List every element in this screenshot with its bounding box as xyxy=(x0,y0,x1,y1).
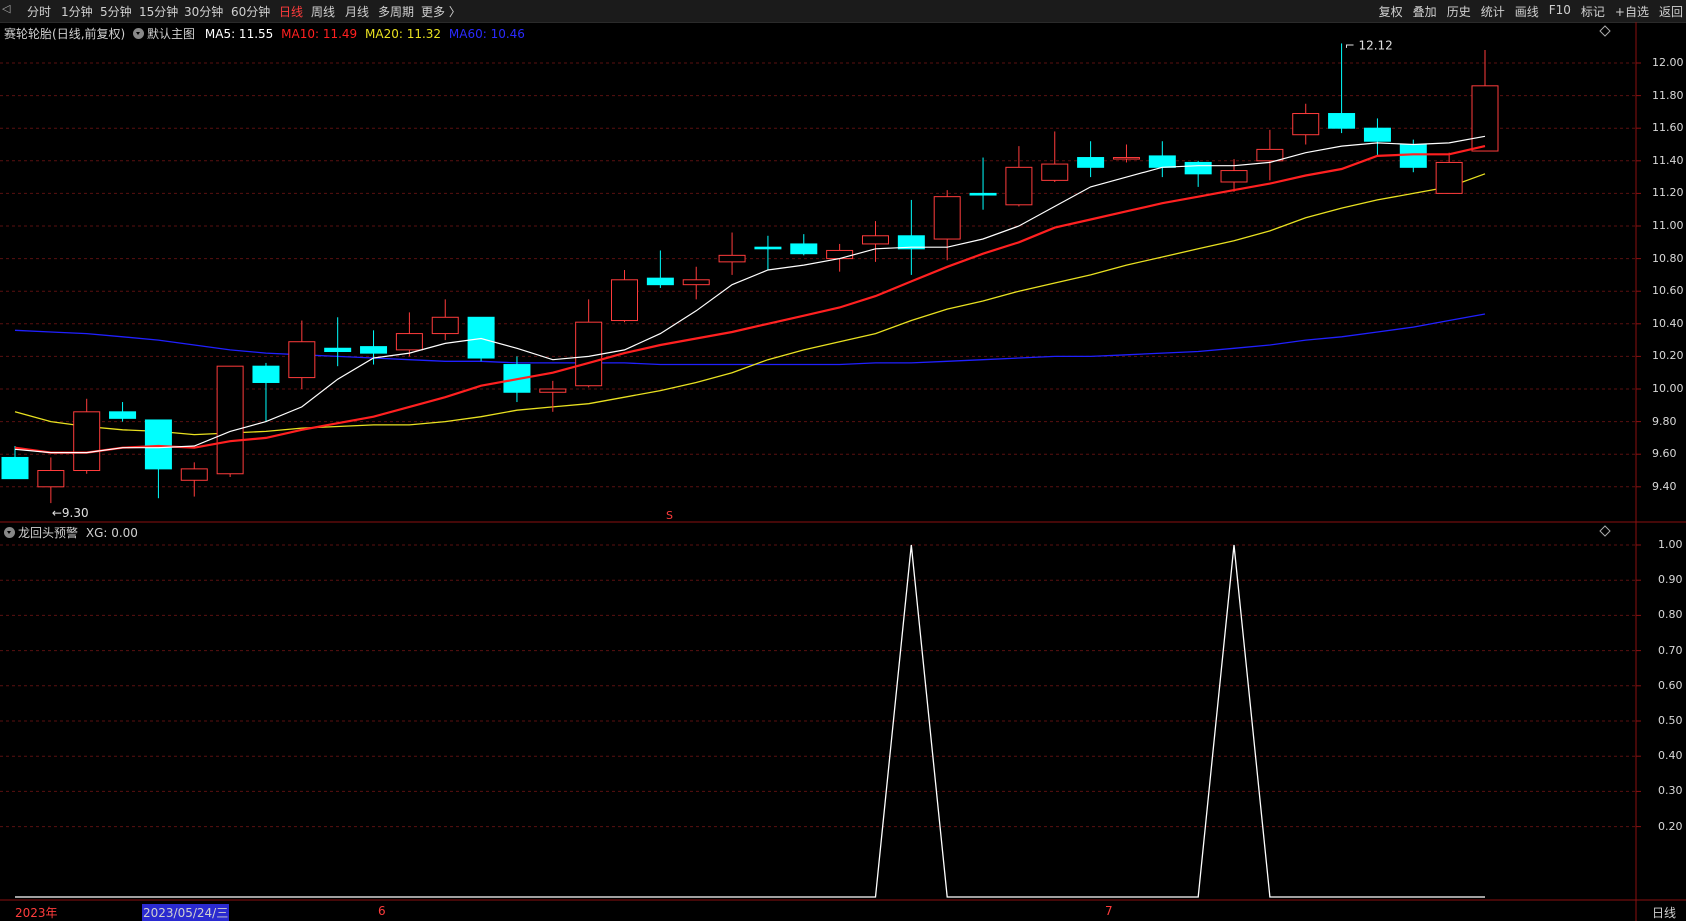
candle-body-up xyxy=(1256,148,1284,162)
candle-body-up xyxy=(1005,166,1033,206)
high-price-marker: ⌐ 12.12 xyxy=(1345,38,1393,52)
low-price-marker: ←9.30 xyxy=(52,506,89,520)
price-tick-label: 11.00 xyxy=(1652,219,1684,232)
candle-body-down xyxy=(754,246,782,250)
indicator-tick-label: 0.50 xyxy=(1658,714,1683,727)
price-tick-label: 9.40 xyxy=(1652,479,1677,493)
candle-body-up xyxy=(37,470,65,488)
candle-body-down xyxy=(1148,155,1176,168)
candle-body-down xyxy=(144,419,172,470)
price-tick-label: 10.40 xyxy=(1652,316,1684,330)
indicator-tick-label: 0.40 xyxy=(1658,749,1683,763)
indicator-tick-label: 0.90 xyxy=(1658,573,1683,587)
candle-body-up xyxy=(611,279,639,322)
indicator-tick-label: 0.30 xyxy=(1658,784,1683,798)
price-tick-label: 9.60 xyxy=(1652,447,1677,461)
candle-body-up xyxy=(431,316,459,335)
candle-body-up xyxy=(1292,113,1320,136)
price-tick-label: 10.60 xyxy=(1652,284,1684,298)
diamond-icon xyxy=(1599,525,1611,537)
candle-body-up xyxy=(180,468,208,481)
candle-body-up xyxy=(1041,163,1069,181)
period-indicator[interactable]: 日线 xyxy=(1652,904,1676,921)
candle-body-down xyxy=(324,347,352,353)
candle-body-up xyxy=(1112,157,1140,160)
price-tick-label: 12.00 xyxy=(1652,56,1684,69)
candle-body-down xyxy=(360,346,388,354)
candle-body-up xyxy=(1435,161,1463,194)
candle-body-up xyxy=(933,196,961,240)
candle-body-up xyxy=(826,249,854,260)
indicator-tick-label: 0.20 xyxy=(1658,819,1683,833)
candle-body-down xyxy=(646,277,674,286)
price-tick-label: 11.80 xyxy=(1652,88,1684,102)
price-tick-label: 11.60 xyxy=(1652,121,1684,135)
candle-body-down xyxy=(467,316,495,359)
candle-body-down xyxy=(1363,127,1391,142)
candle-body-up xyxy=(718,254,746,263)
candle-body-down xyxy=(1,456,29,480)
ma60-line xyxy=(14,313,1486,366)
candle-body-up xyxy=(73,411,101,472)
candle-body-down xyxy=(969,192,997,196)
date-month-label-6: 6 xyxy=(378,904,386,918)
candle-body-down xyxy=(1184,161,1212,175)
price-tick-label: 9.80 xyxy=(1652,414,1677,428)
candle-body-down xyxy=(1077,157,1105,168)
s-signal-marker: S xyxy=(666,509,673,522)
kline-chart[interactable]: ⌐ 12.12 ←9.30 S xyxy=(0,0,1686,921)
candle-body-down xyxy=(1328,113,1356,129)
candle-body-down xyxy=(252,365,280,383)
candle-body-up xyxy=(575,321,603,387)
candle-body-up xyxy=(288,341,316,379)
candle-body-down xyxy=(109,411,137,419)
price-tick-label: 10.80 xyxy=(1652,251,1684,265)
price-tick-label: 10.20 xyxy=(1652,349,1684,363)
date-axis xyxy=(0,900,1636,921)
candle-body-up xyxy=(1471,85,1499,152)
cursor-date-label: 2023/05/24/三 xyxy=(142,904,230,921)
indicator-tick-label: 0.70 xyxy=(1658,643,1683,657)
candle-body-up xyxy=(861,235,889,245)
indicator-tick-label: 1.00 xyxy=(1658,538,1683,551)
price-tick-label: 10.00 xyxy=(1652,382,1684,395)
indicator-tick-label: 0.60 xyxy=(1658,678,1683,692)
candle-body-up xyxy=(1220,170,1248,183)
price-tick-label: 11.40 xyxy=(1652,153,1684,167)
candle-body-down xyxy=(1399,144,1427,168)
candle-body-up xyxy=(539,388,567,393)
candle-body-up xyxy=(216,365,244,475)
candle-body-down xyxy=(790,243,818,255)
candle-body-up xyxy=(682,279,710,286)
date-year-label: 2023年 xyxy=(15,906,58,920)
price-tick-label: 11.20 xyxy=(1652,186,1684,200)
indicator-tick-label: 0.80 xyxy=(1658,608,1683,622)
date-month-label-7: 7 xyxy=(1105,904,1113,918)
candle-body-up xyxy=(395,333,423,351)
diamond-icon xyxy=(1599,25,1611,37)
